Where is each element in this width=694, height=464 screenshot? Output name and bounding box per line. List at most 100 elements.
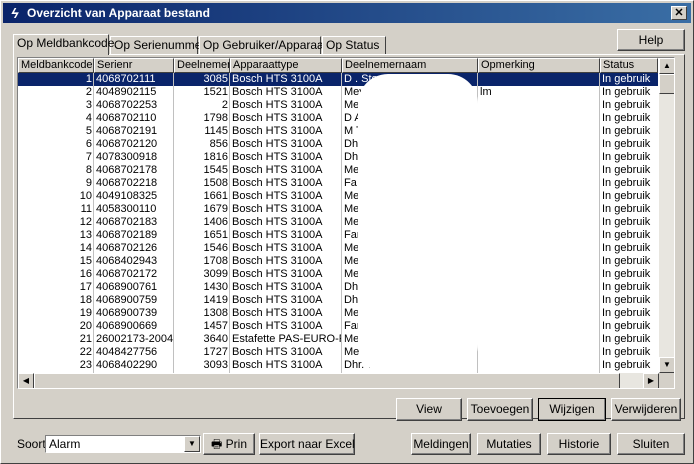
help-button[interactable]: Help	[617, 29, 685, 51]
cell-type: Bosch HTS 3100A	[232, 242, 323, 254]
table-row[interactable]: 1740689007611430Bosch HTS 3100ADhr. M.A …	[18, 281, 658, 294]
col-opmerking[interactable]: Opmerking	[478, 58, 600, 73]
cell-serie: 4068702111	[96, 73, 156, 85]
tab-op-gebruiker-apparaat[interactable]: Op Gebruiker/Apparaat	[199, 36, 327, 54]
view-button[interactable]: View	[396, 398, 462, 421]
vertical-scroll-thumb[interactable]	[659, 74, 674, 94]
table-row[interactable]: 2340684022903093Bosch HTS 3100ADhr. v du…	[18, 359, 658, 372]
scroll-right-button[interactable]: ▶	[643, 373, 659, 388]
cell-serie: 4068702172	[96, 268, 158, 280]
verwijderen-button[interactable]: Verwijderen	[611, 398, 681, 421]
col-deelnemernaam[interactable]: Deelnemernaam	[342, 58, 478, 73]
wijzigen-button[interactable]: Wijzigen	[538, 398, 606, 421]
toevoegen-button[interactable]: Toevoegen	[467, 398, 533, 421]
table-row[interactable]: 2240484277561727Bosch HTS 3100AMevr. ins…	[18, 346, 658, 359]
title-bar[interactable]: ϟ Overzicht van Apparaat bestand ✕	[3, 3, 691, 23]
app-icon: ϟ	[11, 5, 19, 21]
cell-deeln: 1727	[203, 346, 228, 358]
table-row[interactable]: 1340687021891651Bosch HTS 3100AFam. Bekk…	[18, 229, 658, 242]
soort-select[interactable]: Alarm ▼	[45, 435, 201, 453]
table-row[interactable]: 2040689006691457Bosch HTS 3100AFam. A./E…	[18, 320, 658, 333]
table-row[interactable]: 840687021781545Bosch HTS 3100AMevr. Ver …	[18, 164, 658, 177]
window-title: Overzicht van Apparaat bestand	[27, 6, 210, 20]
table-row[interactable]: 340687022532Bosch HTS 3100AMev . SmeetsI…	[18, 99, 658, 112]
table-row[interactable]: 64068702120856Bosch HTS 3100ADh N. Sp ns…	[18, 138, 658, 151]
col-meldbankcode[interactable]: Meldbankcode	[18, 58, 94, 73]
cell-type: Bosch HTS 3100A	[232, 190, 323, 202]
cell-deeln: 3099	[203, 268, 228, 280]
cell-type: Bosch HTS 3100A	[232, 164, 323, 176]
cell-status: In gebruik	[602, 203, 651, 215]
print-label: Prin	[225, 437, 247, 451]
col-deelnemer[interactable]: Deelnemer	[174, 58, 230, 73]
cell-opm	[478, 99, 600, 112]
cell-status: In gebruik	[602, 255, 651, 267]
table-row[interactable]: 1140583001101679Bosch HTS 3100AMe M.J. h…	[18, 203, 658, 216]
cell-type: Bosch HTS 3100A	[232, 268, 323, 280]
table-row[interactable]: 1440687021261546Bosch HTS 3100AMe MIn ge…	[18, 242, 658, 255]
col-serienr[interactable]: Serienr	[94, 58, 174, 73]
cell-deeln: 1661	[203, 190, 228, 202]
cell-serie: 4048902115	[96, 86, 157, 98]
tab-op-meldbankcode[interactable]: Op Meldbankcode	[13, 34, 114, 55]
mutaties-button[interactable]: Mutaties	[477, 433, 541, 455]
sluiten-button[interactable]: Sluiten	[617, 433, 685, 455]
chevron-down-icon[interactable]: ▼	[184, 436, 200, 452]
tab-op-serienummer[interactable]: Op Serienummer	[110, 36, 205, 54]
tab-op-status[interactable]: Op Status	[322, 36, 386, 54]
cell-status: In gebruik	[602, 99, 651, 111]
table-row[interactable]: 1940689007391308Bosch HTS 3100AMevr. B. …	[18, 307, 658, 320]
cell-serie: 4068702110	[96, 112, 157, 124]
cell-opm	[478, 138, 600, 151]
cell-deeln: 856	[209, 138, 228, 150]
cell-status: In gebruik	[602, 320, 651, 332]
historie-button[interactable]: Historie	[547, 433, 611, 455]
cell-opm	[478, 216, 600, 229]
cell-serie: 4068702120	[96, 138, 158, 150]
vertical-scrollbar[interactable]: ▲ ▼	[659, 58, 674, 373]
cell-status: In gebruik	[602, 151, 651, 163]
col-apparaattype[interactable]: Apparaattype	[230, 58, 342, 73]
cell-deeln: 1457	[203, 320, 228, 332]
table-row[interactable]: 1040491083251661Bosch HTS 3100AMe M.In g…	[18, 190, 658, 203]
cell-serie: 4048427756	[96, 346, 158, 358]
table-row[interactable]: 21 26002173-20040 3640 Estafette PAS-EURO-F…	[18, 333, 658, 346]
cell-opm	[478, 333, 600, 346]
table-row[interactable]: 540687021911145Bosch HTS 3100AM T. Hidde…	[18, 125, 658, 138]
cell-status: In gebruik	[602, 190, 651, 202]
table-row[interactable]: 1840689007591419Bosch HTS 3100ADhr. B ss…	[18, 294, 658, 307]
table-row[interactable]: 1 4068702111 3085 Bosch HTS 3100A D . Stoop I…	[18, 73, 658, 86]
cell-status: In gebruik	[602, 346, 651, 358]
table-row[interactable]: 440687021101798Bosch HTS 3100AD AliersIn…	[18, 112, 658, 125]
cell-status: In gebruik	[602, 242, 651, 254]
cell-type: Bosch HTS 3100A	[232, 307, 323, 319]
export-excel-button[interactable]: Export naar Excel	[259, 433, 355, 455]
table-row[interactable]: 2 4048902115 1521 Bosch HTS 3100A Mevr. lm In …	[18, 86, 658, 99]
redaction-overlay	[358, 74, 478, 374]
meldingen-button[interactable]: Meldingen	[411, 433, 471, 455]
cell-status: In gebruik	[602, 333, 651, 345]
cell-opm	[478, 203, 600, 216]
cell-opm	[478, 281, 600, 294]
scroll-up-button[interactable]: ▲	[659, 58, 674, 74]
table-row[interactable]: 1640687021723099Bosch HTS 3100AMev A. G …	[18, 268, 658, 281]
close-button[interactable]: ✕	[671, 6, 687, 20]
table-row[interactable]: 940687022181508Bosch HTS 3100AFa J. venI…	[18, 177, 658, 190]
cell-opm	[478, 320, 600, 333]
cell-code: 1	[85, 73, 92, 85]
horizontal-scrollbar[interactable]: ◀ ▶	[18, 373, 659, 388]
cell-status: In gebruik	[602, 281, 651, 293]
horizontal-scroll-thumb[interactable]	[34, 373, 620, 388]
scroll-down-button[interactable]: ▼	[659, 357, 674, 373]
cell-serie: 4068900759	[96, 294, 158, 306]
device-grid[interactable]: Meldbankcode Serienr Deelnemer Apparaatt…	[17, 57, 675, 389]
cell-status: In gebruik	[602, 177, 651, 189]
table-row[interactable]: 1540684029431708Bosch HTS 3100AMev msonI…	[18, 255, 658, 268]
table-row[interactable]: 740783009181816Bosch HTS 3100ADh A.A hof…	[18, 151, 658, 164]
col-status[interactable]: Status	[600, 58, 658, 73]
scroll-left-button[interactable]: ◀	[18, 373, 34, 388]
cell-deeln: 3640	[203, 333, 228, 345]
table-row[interactable]: 1240687021831406Bosch HTS 3100AMe H. NiI…	[18, 216, 658, 229]
cell-type: Bosch HTS 3100A	[232, 125, 323, 137]
print-button[interactable]: 🖶 Prin	[203, 433, 255, 455]
